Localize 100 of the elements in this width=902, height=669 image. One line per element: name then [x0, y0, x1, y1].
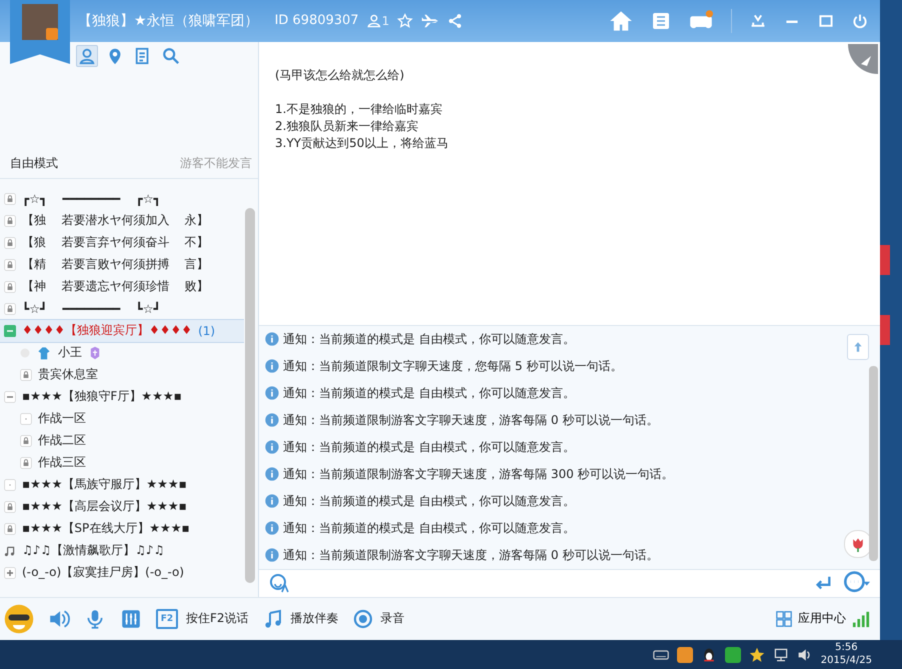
notice-message: 通知：当前频道的模式是 自由模式，你可以随意发言。 — [283, 384, 575, 402]
info-icon — [265, 467, 279, 482]
info-icon — [265, 548, 279, 562]
role-badge-icon — [88, 346, 102, 360]
notice-message: 通知：当前频道限制游客文字聊天速度，游客每隔 300 秒可以说一句话。 — [283, 466, 674, 483]
airplane-icon[interactable] — [421, 12, 440, 30]
record-icon — [352, 608, 373, 629]
music-note-icon — [4, 544, 16, 556]
channel-row[interactable]: 【精 若要言败ヤ何须拼搏 言】 — [0, 254, 244, 276]
channel-row[interactable]: 作战一区 — [0, 408, 244, 430]
collapse-icon[interactable] — [4, 324, 16, 336]
flower-icon — [850, 536, 866, 552]
channel-row[interactable]: 【狼 若要言弃ヤ何须奋斗 不】 — [0, 232, 244, 254]
share-icon[interactable] — [447, 12, 464, 29]
channel-name: 【独 若要潜水ヤ何须加入 永】 — [22, 212, 209, 229]
lock-icon — [20, 434, 32, 446]
info-icon — [265, 359, 279, 374]
mixer-icon[interactable] — [120, 608, 142, 630]
panel-tab[interactable] — [76, 44, 98, 66]
channel-name: 【神 若要遗忘ヤ何须珍惜 败】 — [22, 278, 209, 295]
channel-row[interactable]: ▪★★★【馬族守服厅】★★★▪ — [0, 474, 244, 496]
channel-row[interactable]: ┏☆┓ ━━━━━━━━ ┏☆┓ — [0, 188, 244, 210]
lock-icon — [4, 500, 16, 512]
lock-icon — [4, 192, 16, 204]
minus-badge-icon — [46, 28, 58, 40]
home-icon[interactable] — [609, 8, 633, 33]
expand-icon[interactable] — [4, 566, 16, 578]
info-icon — [265, 521, 279, 536]
channel-name: ▪★★★【SP在线大厅】★★★▪ — [22, 520, 190, 537]
star-icon[interactable] — [748, 646, 765, 662]
chat-mode: 自由模式 — [10, 155, 58, 172]
list-icon[interactable] — [651, 10, 671, 31]
channel-name: ▪★★★【馬族守服厅】★★★▪ — [22, 476, 187, 493]
clock-time: 5:56 — [835, 641, 858, 654]
notice-message: 通知：当前频道限制文字聊天速度，您每隔 5 秒可以说一句话。 — [283, 358, 622, 375]
channel-name: ▪★★★【高层会议厅】★★★▪ — [22, 498, 187, 515]
search-icon — [162, 46, 180, 64]
channel-name: ▪★★★【独狼守F厅】★★★▪ — [22, 388, 182, 405]
channel-name: 【狼 若要言弃ヤ何须奋斗 不】 — [22, 234, 209, 251]
channel-name: ┏☆┓ ━━━━━━━━ ┏☆┓ — [22, 192, 161, 206]
network-icon[interactable] — [772, 646, 789, 662]
power-icon[interactable] — [852, 12, 868, 29]
notice-message: 通知：当前频道的模式是 自由模式，你可以随意发言。 — [283, 330, 575, 348]
channel-row[interactable]: ▪★★★【高层会议厅】★★★▪ — [0, 496, 244, 518]
scrollbar-thumb[interactable] — [245, 208, 255, 582]
info-icon — [265, 494, 279, 508]
channel-row[interactable]: 【神 若要遗忘ヤ何须珍惜 败】 — [0, 276, 244, 298]
announcement-note: (马甲该怎么给就怎么给) — [275, 66, 406, 84]
channel-row[interactable]: ▪★★★【SP在线大厅】★★★▪ — [0, 518, 244, 540]
notice-message: 通知：当前频道限制游客文字聊天速度，游客每隔 0 秒可以说一句话。 — [283, 546, 658, 564]
info-icon — [265, 332, 279, 346]
push-to-talk-button[interactable]: F2 按住F2说话 — [156, 608, 249, 629]
corner-fold-icon[interactable] — [848, 44, 878, 74]
channel-id: ID 69809307 — [274, 13, 359, 28]
clock-date: 2015/4/25 — [820, 654, 872, 667]
channel-row[interactable]: ♦♦♦♦【独狼迎宾厅】♦♦♦♦ (1) — [0, 320, 244, 342]
avatar-ribbon[interactable] — [10, 0, 70, 64]
channel-row[interactable]: 作战二区 — [0, 430, 244, 452]
notice-message: 通知：当前频道的模式是 自由模式，你可以随意发言。 — [283, 438, 575, 456]
tray-app-icon[interactable] — [676, 646, 693, 662]
channel-row[interactable]: ▪★★★【独狼守F厅】★★★▪ — [0, 386, 244, 408]
channel-row[interactable]: (-o_-o)【寂寞挂尸房】(-o_-o) — [0, 562, 244, 584]
announcement-line: 2.独狼队员新来一律给嘉宾 — [275, 118, 420, 134]
app-center-button[interactable]: 应用中心 — [776, 610, 870, 628]
channel-row[interactable]: 作战三区 — [0, 452, 244, 474]
star-icon[interactable] — [397, 12, 414, 29]
channel-name: 作战三区 — [38, 454, 86, 471]
record-button[interactable]: 录音 — [352, 608, 405, 629]
lock-icon — [4, 280, 16, 292]
scrollbar-thumb[interactable] — [869, 366, 878, 561]
signal-bars-icon — [852, 610, 870, 628]
channel-row[interactable]: 小王 — [0, 342, 244, 364]
lock-icon — [20, 456, 32, 468]
channel-name: (-o_-o)【寂寞挂尸房】(-o_-o) — [22, 564, 184, 581]
channel-row[interactable]: ┗☆┛ ━━━━━━━━ ┗☆┛ — [0, 298, 244, 320]
maximize-icon[interactable] — [818, 12, 834, 29]
tray-app-icon[interactable] — [724, 646, 741, 662]
notice-message: 通知：当前频道限制游客文字聊天速度，游客每隔 0 秒可以说一句话。 — [283, 412, 658, 429]
channel-row[interactable]: 贵宾休息室 — [0, 364, 244, 386]
info-icon — [265, 440, 279, 454]
notice-message: 通知：当前频道的模式是 自由模式，你可以随意发言。 — [283, 520, 575, 537]
app-grid-icon — [776, 610, 792, 627]
channel-title: 【独狼】★永恒（狼啸军团） — [78, 12, 259, 30]
emoji-icon[interactable] — [269, 573, 289, 594]
collapse-icon[interactable] — [4, 390, 16, 402]
download-tray-icon[interactable] — [750, 12, 766, 29]
scroll-top-button[interactable] — [847, 334, 869, 360]
info-icon — [265, 386, 279, 400]
channel-name: 作战二区 — [38, 432, 86, 449]
lock-icon — [4, 258, 16, 270]
channel-row[interactable]: 【独 若要潜水ヤ何须加入 永】 — [0, 210, 244, 232]
lock-icon — [4, 302, 16, 314]
play-music-button[interactable]: 播放伴奏 — [262, 608, 339, 629]
notice-message: 通知：当前频道的模式是 自由模式，你可以随意发言。 — [283, 492, 575, 510]
channel-name: 【精 若要言败ヤ何须拼搏 言】 — [22, 256, 209, 273]
mascot-icon[interactable] — [4, 604, 34, 634]
lock-icon — [4, 214, 16, 226]
channel-row[interactable]: ♫♪♫【激情飙歌厅】♫♪♫ — [0, 540, 244, 562]
announcement-line: 3.YY贡献达到50以上，将给蓝马 — [275, 134, 450, 152]
lock-icon — [4, 236, 16, 248]
